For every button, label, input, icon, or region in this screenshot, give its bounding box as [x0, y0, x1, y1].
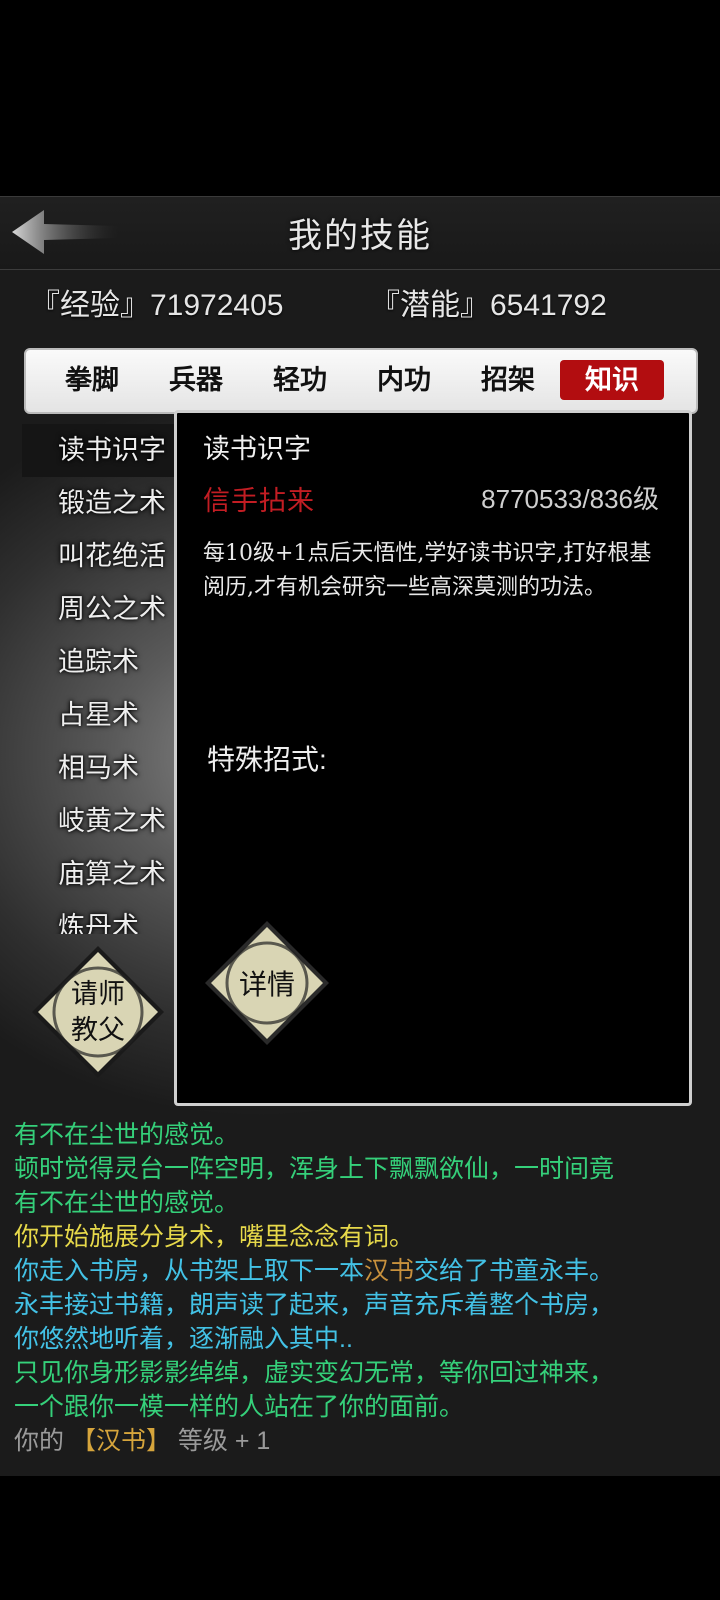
page-title: 我的技能	[288, 216, 432, 256]
tab-weapons[interactable]: 兵器	[144, 360, 248, 400]
skill-item-horse-judging[interactable]: 相马术	[22, 742, 182, 795]
skill-item-beggar-arts[interactable]: 叫花绝活	[22, 530, 182, 583]
log-line: 只见你身形影影绰绰，虚实变幻无常，等你回过神来，	[14, 1359, 615, 1387]
log-line: 你走入书房，从书架上取下一本汉书交给了书童永丰。	[14, 1254, 714, 1288]
skill-item-dream-arts[interactable]: 周公之术	[22, 583, 182, 636]
detail-skill-name: 读书识字	[203, 434, 311, 465]
experience-stat: 『经验』71972405	[30, 289, 284, 322]
log-text: 交给了书童永丰。	[414, 1257, 615, 1285]
message-log: 有不在尘世的感觉。 顿时觉得灵台一阵空明，浑身上下飘飘欲仙，一时间竟 有不在尘世…	[14, 1118, 714, 1458]
skill-item-tracking[interactable]: 追踪术	[22, 636, 182, 689]
tab-parry[interactable]: 招架	[456, 360, 560, 400]
details-button[interactable]: 详情	[203, 919, 331, 1047]
mentor-label-line2: 教父	[71, 1015, 125, 1045]
detail-skill-level: 8770533/836级	[481, 484, 659, 514]
tab-fist[interactable]: 拳脚	[40, 360, 144, 400]
log-line: 永丰接过书籍，朗声读了起来，声音充斥着整个书房，	[14, 1291, 615, 1319]
log-line: 顿时觉得灵台一阵空明，浑身上下飘飘欲仙，一时间竟	[14, 1155, 615, 1183]
skill-item-alchemy[interactable]: 炼丹术	[22, 901, 182, 934]
log-line: 你开始施展分身术，嘴里念念有词。	[14, 1223, 415, 1251]
skill-detail-panel: 读书识字 信手拈来 8770533/836级 每10级+1点后天悟性,学好读书识…	[174, 410, 692, 1106]
mentor-label-line1: 请师	[71, 979, 125, 1009]
book-name: 汉书	[364, 1257, 415, 1285]
log-line: 你悠然地听着，逐渐融入其中..	[14, 1325, 353, 1353]
tab-knowledge[interactable]: 知识	[560, 360, 664, 400]
book-name: 【汉书】	[70, 1427, 171, 1455]
skill-item-astrology[interactable]: 占星术	[22, 689, 182, 742]
log-text: 你的	[14, 1427, 71, 1455]
category-tabs: 拳脚 兵器 轻功 内功 招架 知识	[24, 348, 698, 414]
detail-description: 每10级+1点后天悟性,学好读书识字,打好根基阅历,才有机会研究一些高深莫测的功…	[203, 541, 652, 600]
log-text: 等级 + 1	[170, 1427, 271, 1455]
details-label: 详情	[238, 969, 295, 1000]
skill-item-medicine[interactable]: 岐黄之术	[22, 795, 182, 848]
tab-agility[interactable]: 轻功	[248, 360, 352, 400]
log-line: 有不在尘世的感觉。	[14, 1189, 240, 1217]
log-line: 你的 【汉书】 等级 + 1	[14, 1424, 714, 1458]
log-line: 一个跟你一模一样的人站在了你的面前。	[14, 1393, 465, 1421]
skill-item-reading[interactable]: 读书识字	[22, 424, 182, 477]
skill-list: 读书识字 锻造之术 叫花绝活 周公之术 追踪术 占星术 相马术 岐黄之术 庙算之…	[22, 424, 182, 934]
special-moves-label: 特殊招式:	[207, 744, 327, 775]
detail-skill-rank: 信手拈来	[203, 486, 315, 517]
log-text: 你走入书房，从书架上取下一本	[14, 1257, 365, 1285]
log-line: 有不在尘世的感觉。	[14, 1121, 240, 1149]
ask-mentor-button[interactable]: 请师 教父	[30, 944, 166, 1080]
skill-item-strategy[interactable]: 庙算之术	[22, 848, 182, 901]
skill-item-forging[interactable]: 锻造之术	[22, 477, 182, 530]
tab-inner-power[interactable]: 内功	[352, 360, 456, 400]
potential-stat: 『潜能』6541792	[370, 289, 607, 322]
